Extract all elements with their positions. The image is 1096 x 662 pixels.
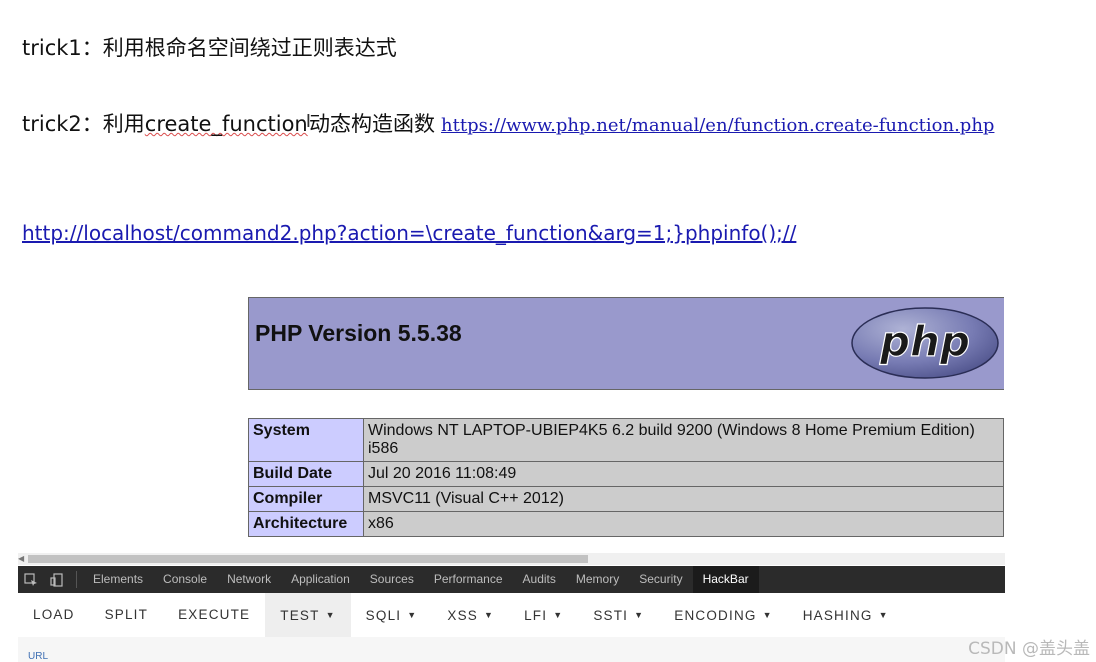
phpinfo-value: Jul 20 2016 11:08:49 — [363, 461, 1004, 487]
load-button[interactable]: LOAD — [18, 593, 90, 637]
phpinfo-row: Architecture x86 — [248, 511, 1004, 537]
trick2-code: create_function — [144, 112, 308, 136]
encoding-button[interactable]: ENCODING ▼ — [659, 593, 787, 637]
caret-down-icon: ▼ — [553, 610, 564, 620]
phpinfo-row: System Windows NT LAPTOP-UBIEP4K5 6.2 bui… — [248, 418, 1004, 462]
button-label: SSTI — [593, 608, 629, 623]
php-version-title: PHP Version 5.5.38 — [255, 320, 462, 346]
scroll-left-icon[interactable]: ◀ — [18, 554, 24, 563]
button-label: HASHING — [802, 608, 873, 623]
url-label: URL — [28, 651, 49, 662]
tab-performance[interactable]: Performance — [424, 566, 513, 593]
sqli-button[interactable]: SQLI ▼ — [351, 593, 433, 637]
phpinfo-row: Build Date Jul 20 2016 11:08:49 — [248, 461, 1004, 487]
tab-security[interactable]: Security — [629, 566, 692, 593]
phpinfo-value: Windows NT LAPTOP-UBIEP4K5 6.2 build 920… — [363, 418, 1004, 462]
button-label: XSS — [447, 608, 478, 623]
button-label: SQLI — [365, 608, 402, 623]
button-label: EXECUTE — [178, 607, 251, 622]
horizontal-scrollbar[interactable]: ◀ — [18, 553, 1005, 565]
devtools-tabs: Elements Console Network Application Sources… — [83, 566, 759, 593]
button-label: LOAD — [33, 607, 75, 622]
caret-down-icon: ▼ — [762, 610, 773, 620]
execute-button[interactable]: EXECUTE — [163, 593, 265, 637]
scrollbar-thumb[interactable] — [28, 555, 588, 563]
caret-down-icon: ▼ — [483, 610, 495, 620]
devtools-tab-bar: Elements Console Network Application Sources… — [18, 566, 1005, 593]
inspect-element-icon[interactable] — [18, 566, 44, 593]
phpinfo-key: Build Date — [248, 461, 364, 487]
caret-down-icon: ▼ — [878, 610, 889, 620]
tab-elements[interactable]: Elements — [83, 566, 153, 593]
phpinfo-key: Compiler — [248, 486, 364, 512]
create-function-doc-link[interactable]: https://www.php.net/manual/en/function.c… — [441, 115, 994, 136]
hashing-button[interactable]: HASHING ▼ — [788, 593, 904, 637]
lfi-button[interactable]: LFI ▼ — [509, 593, 578, 637]
device-toolbar-icon[interactable] — [44, 566, 70, 593]
button-label: SPLIT — [104, 607, 149, 622]
php-logo-icon: php — [851, 307, 999, 379]
button-label: TEST — [280, 608, 320, 623]
tab-sources[interactable]: Sources — [360, 566, 424, 593]
ssti-button[interactable]: SSTI ▼ — [578, 593, 659, 637]
hackbar-toolbar: LOAD SPLIT EXECUTE TEST ▼ SQLI ▼ XSS ▼ LFI ▼ SSTI ▼ E… — [18, 593, 1005, 637]
tab-memory[interactable]: Memory — [566, 566, 629, 593]
php-logo-text: php — [879, 317, 970, 366]
phpinfo-key: System — [248, 418, 364, 462]
test-button[interactable]: TEST ▼ — [265, 593, 351, 637]
caret-down-icon: ▼ — [407, 610, 418, 620]
exploit-url-link[interactable]: http://localhost/command2.php?action=\cr… — [22, 221, 796, 245]
phpinfo-key: Architecture — [248, 511, 364, 537]
toolbar-divider — [76, 571, 77, 588]
button-label: ENCODING — [674, 608, 757, 623]
phpinfo-value: MSVC11 (Visual C++ 2012) — [363, 486, 1004, 512]
watermark: CSDN @盖头盖 — [968, 639, 1090, 659]
url-panel — [18, 637, 1005, 662]
trick1-note: trick1：利用根命名空间绕过正则表达式 — [22, 36, 397, 60]
phpinfo-row: Compiler MSVC11 (Visual C++ 2012) — [248, 486, 1004, 512]
tab-hackbar[interactable]: HackBar — [692, 566, 759, 593]
phpinfo-table: System Windows NT LAPTOP-UBIEP4K5 6.2 bui… — [248, 418, 1004, 537]
trick2-suffix: 动态构造函数 — [309, 112, 436, 136]
tab-network[interactable]: Network — [217, 566, 281, 593]
xss-button[interactable]: XSS ▼ — [432, 593, 509, 637]
split-button[interactable]: SPLIT — [90, 593, 164, 637]
button-label: LFI — [524, 608, 548, 623]
tab-audits[interactable]: Audits — [513, 566, 566, 593]
trick2-note: trick2：利用create_functionI动态构造函数 https://w… — [22, 108, 994, 138]
phpinfo-header: PHP Version 5.5.38 php — [248, 297, 1004, 390]
trick2-prefix: trick2：利用 — [22, 112, 145, 136]
tab-console[interactable]: Console — [153, 566, 217, 593]
caret-down-icon: ▼ — [325, 610, 336, 620]
tab-application[interactable]: Application — [281, 566, 360, 593]
phpinfo-value: x86 — [363, 511, 1004, 537]
caret-down-icon: ▼ — [634, 610, 645, 620]
